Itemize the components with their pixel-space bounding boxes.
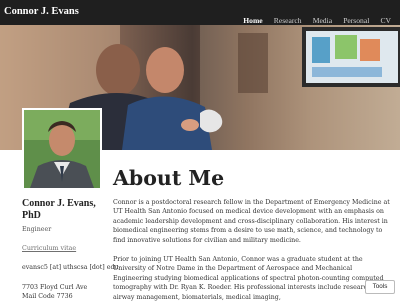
- page-title: About Me: [113, 166, 225, 190]
- bio-paragraph-2: Prior to joining UT Health San Antonio, …: [113, 256, 384, 301]
- mailing-address: 7703 Floyd Curl Ave Mail Code 7736: [22, 283, 107, 301]
- nav-link-personal[interactable]: Personal: [343, 16, 369, 25]
- profile-sidebar: Connor J. Evans, PhD Engineer Curriculum…: [22, 198, 119, 301]
- tools-button[interactable]: Tools: [365, 280, 395, 294]
- email-address: evansc5 [at] uthscsa [dot] edu: [22, 264, 119, 271]
- site-brand[interactable]: Connor J. Evans: [4, 6, 79, 17]
- nav-link-media[interactable]: Media: [313, 16, 332, 25]
- nav-link-research[interactable]: Research: [274, 16, 302, 25]
- nav-link-cv[interactable]: CV: [380, 16, 391, 25]
- top-navbar: Connor J. Evans Home Research Media Pers…: [0, 0, 400, 25]
- address-line-1: 7703 Floyd Curl Ave: [22, 284, 88, 291]
- profile-avatar: [22, 108, 102, 190]
- profile-role: Engineer: [22, 226, 52, 233]
- main-content: About Me Connor is a postdoctoral resear…: [113, 166, 393, 302]
- cv-link[interactable]: Curriculum vitae: [22, 245, 107, 252]
- nav-link-home[interactable]: Home: [243, 16, 262, 25]
- bio-paragraph-1: Connor is a postdoctoral research fellow…: [113, 199, 390, 244]
- avatar-portrait: [24, 110, 100, 188]
- profile-name: Connor J. Evans, PhD: [22, 198, 96, 221]
